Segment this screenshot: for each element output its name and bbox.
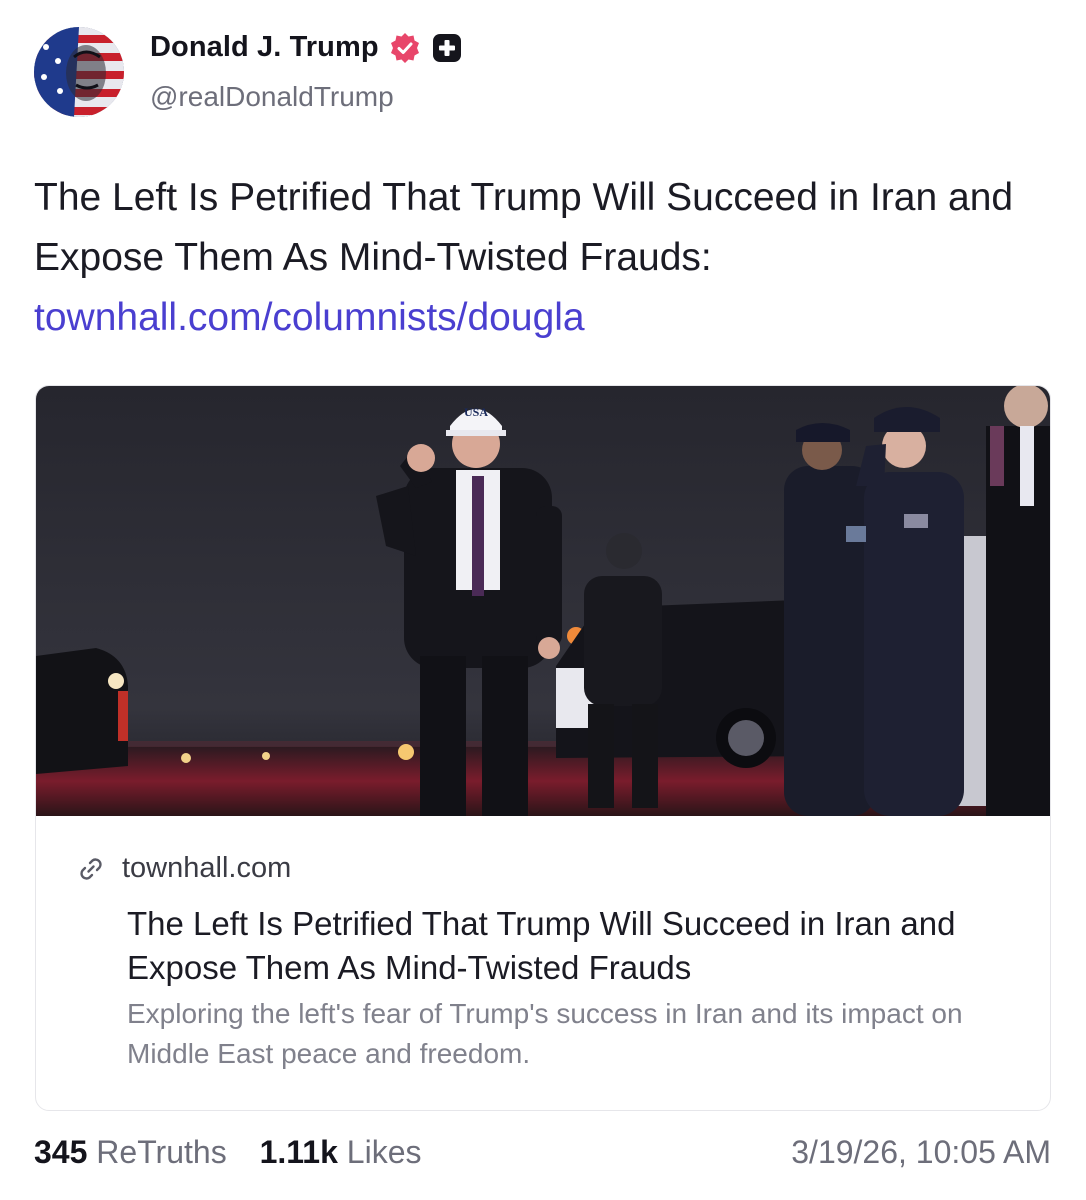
retruths-stat[interactable]: 345 ReTruths: [34, 1134, 227, 1171]
post-link[interactable]: townhall.com/columnists/dougla: [34, 288, 1034, 348]
handle[interactable]: @realDonaldTrump: [150, 81, 394, 113]
retruths-label: ReTruths: [96, 1134, 227, 1170]
verified-badge-icon: [390, 32, 419, 63]
domain-row: townhall.com: [76, 852, 291, 885]
name-row: Donald J. Trump: [150, 31, 463, 64]
plus-badge-icon: [432, 33, 461, 62]
likes-label: Likes: [346, 1134, 422, 1170]
card-description: Exploring the left's fear of Trump's suc…: [127, 998, 963, 1069]
cap-text: USA: [464, 405, 488, 419]
link-icon: [80, 857, 102, 880]
post-stats: 345 ReTruths 1.11k Likes 3/19/26, 10:05 …: [34, 1134, 1051, 1180]
display-name[interactable]: Donald J. Trump: [150, 31, 379, 64]
avatar-image: [34, 27, 124, 117]
likes-stat[interactable]: 1.11k Likes: [260, 1134, 422, 1171]
card-domain[interactable]: townhall.com: [122, 852, 291, 885]
post-header: Donald J. Trump @realDonaldTrump: [34, 27, 1034, 119]
timestamp[interactable]: 3/19/26, 10:05 AM: [791, 1134, 1051, 1171]
avatar[interactable]: [34, 27, 124, 117]
post-body: The Left Is Petrified That Trump Will Su…: [34, 168, 1034, 348]
link-card-body: townhall.com The Left Is Petrified That …: [36, 816, 1050, 1110]
link-preview-card[interactable]: USA townhall.com The Left Is Petrified T…: [35, 385, 1051, 1111]
likes-count: 1.11k: [259, 1134, 338, 1170]
night-tarmac-photo[interactable]: USA: [36, 386, 1051, 816]
retruths-count: 345: [34, 1134, 88, 1170]
card-title[interactable]: The Left Is Petrified That Trump Will Su…: [127, 902, 1007, 990]
post-text: The Left Is Petrified That Trump Will Su…: [34, 176, 1014, 279]
